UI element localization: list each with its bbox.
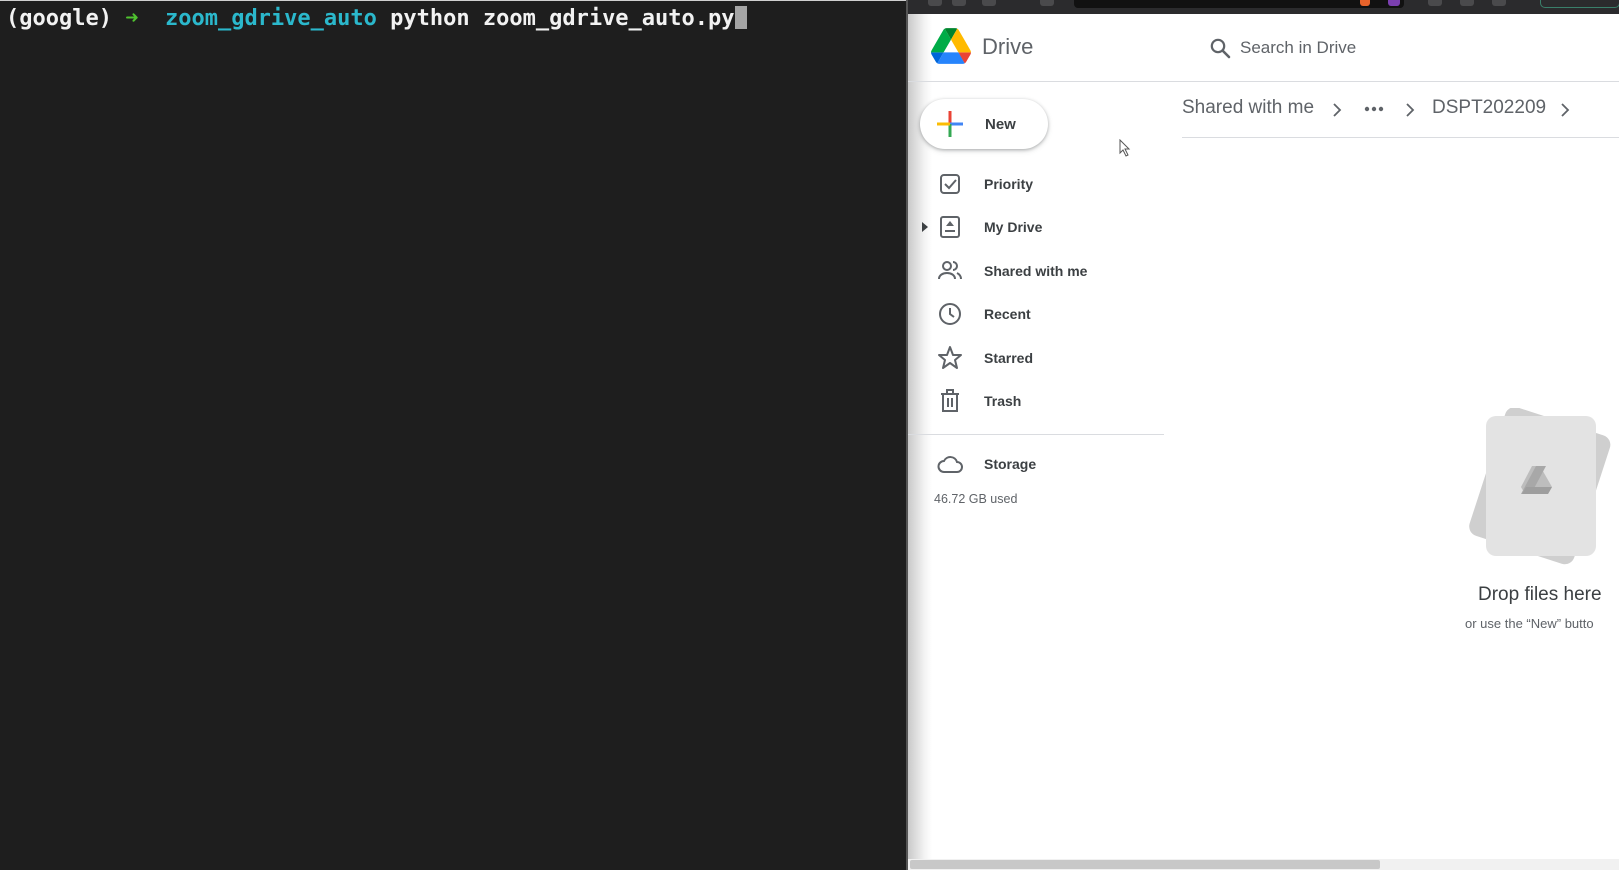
drop-files-title: Drop files here (1478, 584, 1602, 605)
terminal-prompt-line: (google) ➜ zoom_gdrive_auto python zoom_… (6, 6, 747, 32)
people-icon (938, 260, 962, 279)
browser-window: Drive New Priority (906, 0, 1619, 870)
prompt-directory: zoom_gdrive_auto (164, 6, 377, 31)
terminal-window[interactable]: (google) ➜ zoom_gdrive_auto python zoom_… (0, 0, 906, 870)
browser-forward-button[interactable] (952, 0, 966, 6)
horizontal-scrollbar-thumb[interactable] (910, 860, 1380, 869)
browser-bookmark-button[interactable] (1040, 0, 1054, 6)
app-title[interactable]: Drive (982, 34, 1033, 60)
drive-header: Drive (908, 14, 1619, 82)
extension-icon[interactable] (1388, 0, 1400, 6)
empty-folder-illustration (1469, 408, 1611, 565)
terminal-cursor (734, 6, 747, 29)
sidebar-item-my-drive[interactable]: My Drive (908, 206, 1164, 250)
terminal-env: (google) (6, 6, 112, 31)
sidebar-item-shared-with-me[interactable]: Shared with me (908, 249, 1164, 293)
storage-used-text: 46.72 GB used (934, 492, 1018, 506)
sidebar-item-recent[interactable]: Recent (908, 293, 1164, 337)
new-button[interactable]: New (920, 99, 1048, 149)
star-icon (938, 345, 962, 369)
plus-icon (937, 111, 963, 137)
clock-icon (939, 303, 961, 326)
sidebar-item-trash[interactable]: Trash (908, 380, 1164, 424)
browser-update-button[interactable] (1540, 0, 1619, 8)
expand-caret-icon[interactable] (922, 221, 928, 232)
browser-window-button[interactable] (1460, 0, 1474, 6)
sidebar-item-label: Priority (984, 175, 1034, 192)
browser-tab-strip (908, 0, 1619, 14)
sidebar-item-label: Starred (984, 349, 1034, 366)
sidebar-item-priority[interactable]: Priority (908, 162, 1164, 206)
search-input[interactable] (1238, 30, 1618, 66)
mouse-cursor-icon (1119, 139, 1131, 157)
terminal-command: python zoom_gdrive_auto.py (390, 6, 735, 31)
sidebar-item-label: Shared with me (984, 262, 1088, 279)
sidebar-item-label: Storage (984, 456, 1037, 472)
trash-icon (941, 389, 959, 413)
breadcrumb-current-folder[interactable]: DSPT202209 (1432, 97, 1546, 119)
my-drive-icon (940, 216, 960, 239)
priority-check-icon (940, 173, 960, 194)
address-bar[interactable] (1074, 0, 1404, 8)
chevron-right-icon[interactable] (1557, 101, 1573, 119)
sidebar-item-label: Trash (984, 393, 1022, 410)
sidebar-item-label: My Drive (984, 219, 1043, 236)
google-drive-logo-icon[interactable] (931, 28, 971, 64)
cloud-icon (937, 456, 963, 473)
sidebar-nav: Priority My Drive Shared with me Recent … (908, 162, 1164, 423)
brave-shield-icon[interactable] (1360, 0, 1370, 6)
more-horizontal-icon[interactable] (1362, 97, 1386, 121)
sidebar-item-starred[interactable]: Starred (908, 336, 1164, 380)
drop-files-subtitle: or use the “New” butto (1465, 616, 1594, 631)
browser-extensions-button[interactable] (1428, 0, 1442, 6)
browser-reload-button[interactable] (982, 0, 996, 6)
sidebar-item-label: Recent (984, 306, 1031, 323)
chevron-right-icon (1406, 103, 1415, 117)
sidebar-divider (908, 434, 1164, 435)
sidebar-item-storage[interactable]: Storage (908, 444, 1164, 484)
browser-back-button[interactable] (928, 0, 942, 6)
horizontal-scrollbar[interactable] (908, 859, 1619, 870)
new-button-label: New (985, 115, 1016, 133)
chevron-right-icon (1333, 103, 1342, 117)
browser-profile-button[interactable] (1492, 0, 1506, 6)
search-icon[interactable] (1208, 36, 1232, 60)
breadcrumb: Shared with me DSPT202209 (1182, 82, 1619, 138)
prompt-arrow: ➜ (125, 6, 139, 31)
breadcrumb-shared-with-me[interactable]: Shared with me (1182, 97, 1314, 119)
